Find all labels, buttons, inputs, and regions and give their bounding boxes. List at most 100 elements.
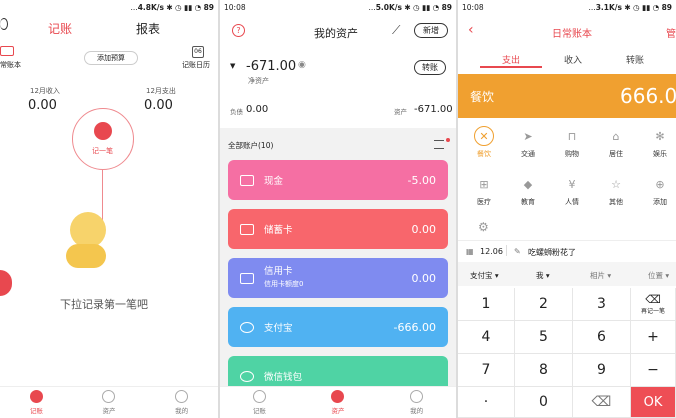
category-shopping[interactable]: ⊓ 购物 <box>556 126 588 159</box>
category-dining[interactable]: ✕ 餐饮 <box>468 126 500 159</box>
category-housing[interactable]: ⌂ 居住 <box>600 126 632 159</box>
asset-value: -671.00 <box>414 104 453 115</box>
key-0[interactable]: 0 <box>515 387 573 418</box>
key-5[interactable]: 5 <box>515 321 573 354</box>
record-screen: 10:08 ...3.1K/s ✱ ◷ ▮▮ ◔ 89 ‹ 日常账本 管 支出 … <box>458 0 676 418</box>
note-field[interactable]: 吃螺蛳粉花了 <box>528 247 576 258</box>
account-amount: -666.00 <box>393 320 436 334</box>
settings-gear-icon[interactable]: ⚙ <box>478 220 489 234</box>
wallet-icon <box>94 122 112 140</box>
date-calendar-icon[interactable]: ▦ <box>466 247 474 256</box>
selected-category: 餐饮 <box>470 90 495 104</box>
calendar-icon[interactable]: 06 <box>192 46 204 58</box>
status-indicators: ...5.0K/s ✱ ◷ ▮▮ ◔ 89 <box>368 2 452 12</box>
page-title: 我的资产 <box>314 27 358 40</box>
tab-transfer[interactable]: 转账 <box>626 53 644 66</box>
ledger-book-icon[interactable] <box>0 46 14 56</box>
manage-button[interactable]: 管 <box>666 25 676 40</box>
tab-indicator <box>480 66 542 68</box>
category-other[interactable]: ☆ 其他 <box>600 174 632 207</box>
account-card-credit[interactable]: 信用卡 信用卡额度0 0.00 <box>228 258 448 298</box>
account-card-alipay[interactable]: 支付宝 -666.00 <box>228 307 448 347</box>
nav-mine[interactable]: 我的 <box>410 390 424 415</box>
liability-value: 0.00 <box>246 104 269 115</box>
account-name: 现金 <box>264 176 284 187</box>
notification-dot <box>446 138 450 142</box>
key-9[interactable]: 9 <box>573 354 631 387</box>
plus-circle-icon: ⊕ <box>655 177 665 191</box>
ledger-book-label[interactable]: 常账本 <box>0 60 21 70</box>
accounts-header: 全部账户(10) <box>228 141 274 150</box>
edit-note-icon[interactable]: ✎ <box>514 247 521 256</box>
account-card-savings[interactable]: 储蓄卡 0.00 <box>228 209 448 249</box>
key-plus[interactable]: + <box>631 321 676 354</box>
tab-ledger[interactable]: 记账 <box>48 20 72 37</box>
category-add[interactable]: ⊕ 添加 <box>644 174 676 207</box>
expense-value: 0.00 <box>144 98 173 113</box>
balloon-string <box>102 170 103 220</box>
key-dot[interactable]: · <box>458 387 515 418</box>
record-label[interactable]: 记一笔 <box>92 146 113 156</box>
mic-button[interactable] <box>0 270 12 296</box>
tab-report[interactable]: 报表 <box>136 20 160 37</box>
chart-icon[interactable]: ⟋ <box>392 23 400 38</box>
backspace-key[interactable]: ⌫ <box>573 387 631 418</box>
key-3[interactable]: 3 <box>573 288 631 321</box>
category-medical[interactable]: ⊞ 医疗 <box>468 174 500 207</box>
user-nav-icon <box>175 390 189 403</box>
member-select[interactable]: 我 ▾ <box>536 270 550 281</box>
key-4[interactable]: 4 <box>458 321 515 354</box>
bottom-nav: 记账 资产 我的 <box>0 386 218 418</box>
ledger-nav-icon <box>252 390 266 403</box>
add-button[interactable]: 新增 <box>414 23 448 38</box>
category-education[interactable]: ◆ 教育 <box>512 174 544 207</box>
list-settings-icon[interactable] <box>434 140 444 149</box>
transfer-button[interactable]: 转账 <box>414 60 446 75</box>
tab-income[interactable]: 收入 <box>564 53 582 66</box>
calendar-label[interactable]: 记账日历 <box>182 60 210 70</box>
key-2[interactable]: 2 <box>515 288 573 321</box>
location-select[interactable]: 位置 ▾ <box>648 270 669 281</box>
nav-mine[interactable]: 我的 <box>175 390 189 415</box>
bag-icon: ⊓ <box>567 129 577 143</box>
amount-display: 666.00 <box>620 84 676 108</box>
account-amount: 0.00 <box>411 222 437 236</box>
nav-assets[interactable]: 资产 <box>331 390 345 415</box>
nav-ledger[interactable]: 记账 <box>252 390 266 415</box>
status-time: 10:08 <box>462 2 484 12</box>
wechat-icon <box>240 370 254 382</box>
status-indicators: ...3.1K/s ✱ ◷ ▮▮ ◔ 89 <box>588 2 672 12</box>
status-bar: ...4.8K/s ✱ ◷ ▮▮ ◔ 89 <box>0 0 218 14</box>
key-8[interactable]: 8 <box>515 354 573 387</box>
dining-icon: ✕ <box>474 126 494 146</box>
account-sub: 信用卡额度0 <box>264 280 304 288</box>
income-value: 0.00 <box>28 98 57 113</box>
category-entertainment[interactable]: ✻ 娱乐 <box>644 126 676 159</box>
status-bar: 10:08 ...5.0K/s ✱ ◷ ▮▮ ◔ 89 <box>220 0 456 14</box>
user-nav-icon <box>410 390 424 403</box>
assets-screen: 10:08 ...5.0K/s ✱ ◷ ▮▮ ◔ 89 ? 我的资产 ⟋ 新增 … <box>220 0 456 418</box>
key-7[interactable]: 7 <box>458 354 515 387</box>
key-minus[interactable]: − <box>631 354 676 387</box>
assets-nav-icon <box>331 390 345 403</box>
eye-icon[interactable]: ◉ <box>298 60 306 70</box>
nav-assets[interactable]: 资产 <box>102 390 116 415</box>
photo-select[interactable]: 相片 ▾ <box>590 270 611 281</box>
nav-ledger[interactable]: 记账 <box>29 390 43 415</box>
category-transport[interactable]: ➤ 交通 <box>512 126 544 159</box>
key-6[interactable]: 6 <box>573 321 631 354</box>
account-card-cash[interactable]: 现金 -5.00 <box>228 160 448 200</box>
category-gift[interactable]: ¥ 人情 <box>556 174 588 207</box>
expand-icon[interactable]: ▼ <box>230 62 235 70</box>
tab-expense[interactable]: 支出 <box>502 53 520 66</box>
ok-button[interactable]: OK <box>631 387 676 418</box>
again-button[interactable]: ⌫ 再记一笔 <box>631 288 676 321</box>
key-1[interactable]: 1 <box>458 288 515 321</box>
back-icon[interactable]: ‹ <box>468 22 474 38</box>
account-select[interactable]: 支付宝 ▾ <box>470 270 499 281</box>
date-value[interactable]: 12.06 <box>480 247 503 256</box>
help-icon[interactable]: ? <box>232 24 245 37</box>
add-budget-button[interactable]: 添加预算 <box>84 51 138 65</box>
divider <box>506 245 507 256</box>
search-icon[interactable] <box>0 18 8 30</box>
